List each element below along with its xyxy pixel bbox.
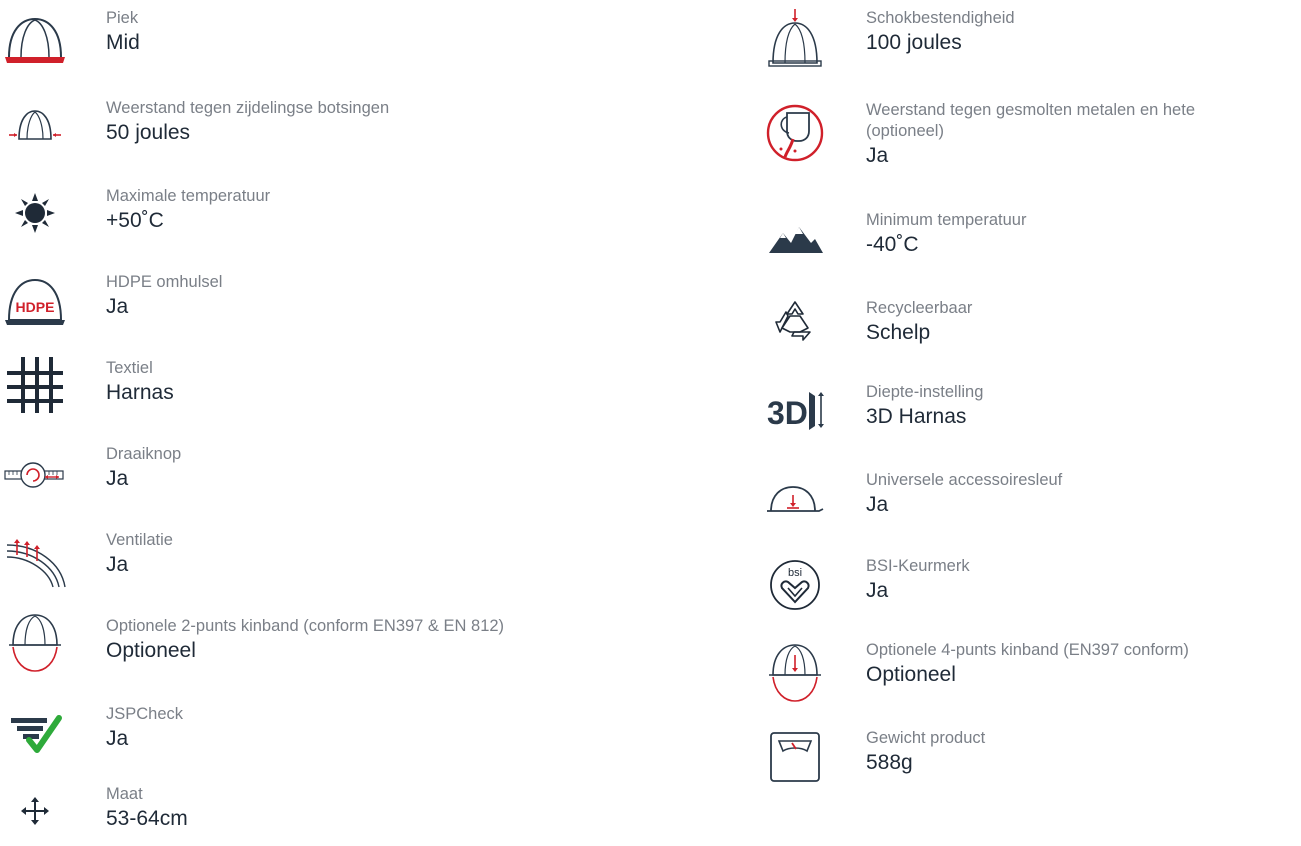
- spec-value: 53-64cm: [106, 807, 188, 830]
- accessory-slot-icon: [760, 464, 830, 534]
- svg-text:HDPE: HDPE: [16, 299, 55, 315]
- spec-text: Maximale temperatuur +50˚C: [106, 186, 270, 234]
- wheel-ratchet-icon: [0, 440, 70, 510]
- spec-value: Schelp: [866, 321, 931, 344]
- spec-value: Ja: [866, 493, 889, 516]
- helmet-side-impact-icon: [0, 90, 70, 160]
- spec-text: HDPE omhulsel Ja: [106, 272, 222, 320]
- spec-value: Ja: [106, 295, 129, 318]
- spec-text: Universele accessoiresleuf Ja: [866, 470, 1062, 518]
- spec-value: 100 joules: [866, 31, 962, 54]
- svg-text:3D: 3D: [767, 395, 808, 431]
- spec-text: Weerstand tegen zijdelingse botsingen 50…: [106, 98, 389, 146]
- spec-label: Weerstand tegen gesmolten metalen en het…: [866, 101, 1195, 119]
- hdpe-helmet-icon: HDPE: [0, 266, 70, 336]
- weight-scale-icon: [760, 722, 830, 792]
- sun-icon: [0, 178, 70, 248]
- helmet-chinstrap-2pt-icon: [0, 608, 70, 678]
- spec-label: Maximale temperatuur: [106, 187, 271, 205]
- spec-text: JSPCheck Ja: [106, 704, 183, 752]
- spec-value: 3D Harnas: [866, 405, 967, 428]
- jspcheck-icon: [0, 696, 70, 766]
- spec-text: Draaiknop Ja: [106, 444, 181, 492]
- spec-text: Optionele 4-punts kinband (EN397 conform…: [866, 640, 1189, 688]
- spec-text: Piek Mid: [106, 8, 140, 56]
- spec-value: Ja: [106, 467, 129, 490]
- ventilation-icon: [0, 526, 70, 596]
- spec-value: +50˚C: [106, 209, 164, 232]
- spec-label: JSPCheck: [106, 705, 184, 723]
- spec-text: Recycleerbaar Schelp: [866, 298, 972, 346]
- spec-label: Weerstand tegen zijdelingse botsingen: [106, 99, 390, 117]
- spec-label: Universele accessoiresleuf: [866, 471, 1063, 489]
- spec-label: Draaiknop: [106, 445, 182, 463]
- spec-text: BSI-Keurmerk Ja: [866, 556, 970, 604]
- spec-label: Optionele 2-punts kinband (conform EN397…: [106, 617, 505, 635]
- recycle-icon: [760, 286, 830, 356]
- spec-value: Ja: [106, 553, 129, 576]
- spec-label: Piek: [106, 9, 139, 27]
- helmet-peak-icon: [0, 4, 70, 74]
- spec-value: Optioneel: [106, 639, 196, 662]
- spec-text: Textiel Harnas: [106, 358, 174, 406]
- spec-label: Diepte-instelling: [866, 383, 984, 401]
- spec-text: Maat 53-64cm: [106, 784, 188, 832]
- spec-label: Minimum temperatuur: [866, 211, 1027, 229]
- spec-label: Optionele 4-punts kinband (EN397 conform…: [866, 641, 1189, 659]
- spec-value: Ja: [106, 727, 129, 750]
- spec-label: HDPE omhulsel: [106, 273, 223, 291]
- spec-value: 50 joules: [106, 121, 191, 144]
- spec-label: Gewicht product: [866, 729, 986, 747]
- spec-value: Optioneel: [866, 663, 956, 686]
- spec-label: Ventilatie: [106, 531, 173, 549]
- spec-value: Harnas: [106, 381, 174, 404]
- spec-text: Weerstand tegen gesmolten metalen en het…: [866, 100, 1195, 169]
- svg-text:bsi: bsi: [788, 567, 802, 579]
- spec-label-optional: (optioneel): [866, 122, 944, 140]
- spec-label: Schokbestendigheid: [866, 9, 1015, 27]
- spec-text: Minimum temperatuur -40˚C: [866, 210, 1026, 258]
- helmet-chinstrap-4pt-icon: [760, 638, 830, 708]
- 3d-depth-icon: 3D: [760, 374, 830, 444]
- spec-value: Mid: [106, 31, 140, 54]
- spec-value: Ja: [866, 579, 889, 602]
- spec-value: Ja: [866, 144, 889, 167]
- spec-label: Textiel: [106, 359, 153, 377]
- spec-text: Schokbestendigheid 100 joules: [866, 8, 1015, 56]
- bsi-kitemark-icon: bsi: [760, 550, 830, 620]
- molten-metal-icon: [760, 98, 830, 168]
- spec-text: Optionele 2-punts kinband (conform EN397…: [106, 616, 504, 664]
- mountains-icon: [760, 204, 830, 274]
- size-arrows-icon: [0, 776, 70, 846]
- helmet-shock-icon: [760, 2, 830, 72]
- spec-label: BSI-Keurmerk: [866, 557, 970, 575]
- spec-label: Recycleerbaar: [866, 299, 973, 317]
- spec-text: Gewicht product 588g: [866, 728, 985, 776]
- spec-label: Maat: [106, 785, 143, 803]
- spec-value: 588g: [866, 751, 913, 774]
- spec-text: Ventilatie Ja: [106, 530, 173, 578]
- spec-value: -40˚C: [866, 233, 919, 256]
- spec-text: Diepte-instelling 3D Harnas: [866, 382, 983, 430]
- textile-grid-icon: [0, 350, 70, 420]
